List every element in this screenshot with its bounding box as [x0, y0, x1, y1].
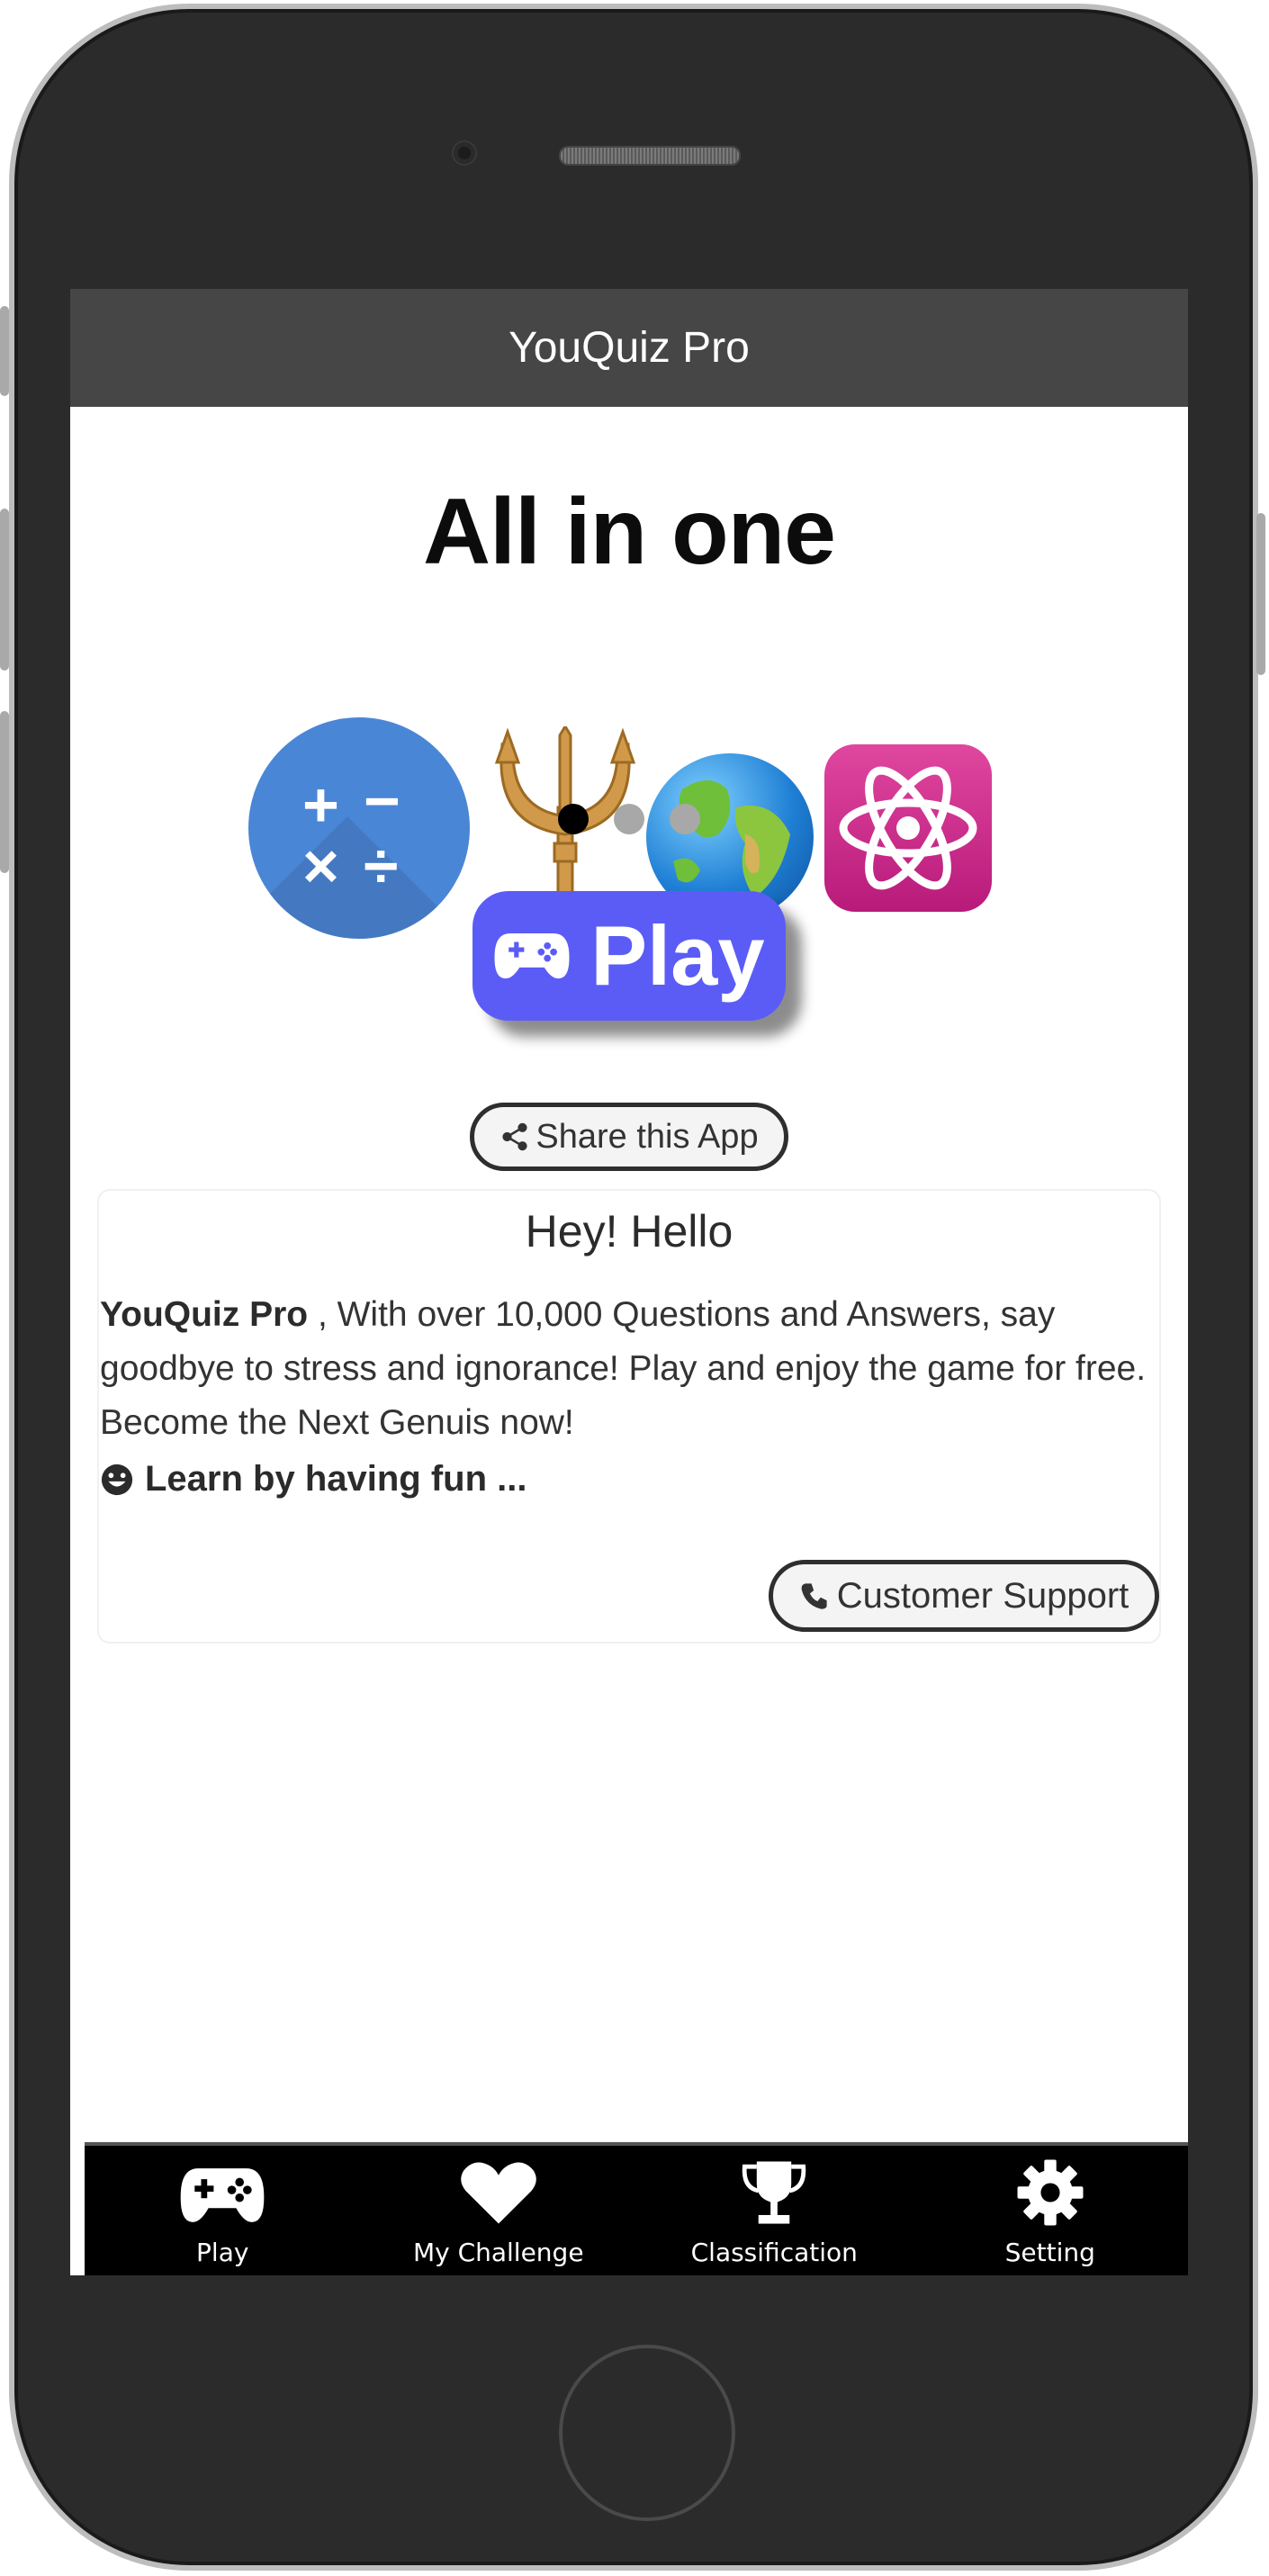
customer-support-button[interactable]: Customer Support: [769, 1560, 1159, 1632]
phone-icon: [801, 1583, 827, 1609]
gamepad-icon: [494, 933, 570, 979]
tab-setting[interactable]: Setting: [913, 2146, 1189, 2275]
side-button: [0, 306, 9, 396]
home-button[interactable]: [559, 2345, 735, 2521]
app-description: YouQuiz Pro , With over 10,000 Questions…: [100, 1288, 1162, 1450]
share-icon: [502, 1122, 528, 1151]
carousel-dot-1[interactable]: [558, 804, 589, 834]
side-button: [1256, 513, 1265, 675]
speaker-grille: [559, 146, 741, 166]
tagline-text: Learn by having fun ...: [145, 1459, 527, 1499]
gear-icon: [1017, 2159, 1084, 2226]
brand-name: YouQuiz Pro: [100, 1295, 309, 1334]
tab-classification-label: Classification: [690, 2238, 858, 2267]
heart-icon: [460, 2162, 536, 2224]
app-title-bar: YouQuiz Pro: [70, 289, 1188, 407]
banner-heading: All in one: [423, 480, 836, 584]
greeting-heading: Hey! Hello: [525, 1206, 734, 1256]
banner-carousel[interactable]: All in one + − × ÷: [70, 407, 1188, 939]
tab-play-label: Play: [196, 2238, 249, 2267]
smiley-icon: [101, 1464, 133, 1495]
share-app-label: Share this App: [536, 1117, 759, 1156]
bottom-tab-bar: Play My Challenge Classification Setting: [85, 2142, 1188, 2275]
carousel-dots: [70, 804, 1188, 834]
side-button: [0, 711, 9, 873]
gamepad-icon: [180, 2168, 265, 2222]
share-app-button[interactable]: Share this App: [470, 1103, 788, 1171]
play-button-label: Play: [590, 908, 765, 1003]
tagline: Learn by having fun ...: [100, 1459, 527, 1500]
carousel-dot-3[interactable]: [670, 804, 700, 834]
tab-play[interactable]: Play: [85, 2146, 361, 2275]
tab-setting-label: Setting: [1004, 2238, 1095, 2267]
carousel-dot-2[interactable]: [614, 804, 644, 834]
tab-classification[interactable]: Classification: [636, 2146, 913, 2275]
trophy-icon: [742, 2161, 806, 2224]
app-title: YouQuiz Pro: [508, 324, 750, 372]
play-button[interactable]: Play: [472, 891, 786, 1021]
side-button: [0, 509, 9, 671]
customer-support-label: Customer Support: [836, 1575, 1130, 1616]
tab-my-challenge-label: My Challenge: [412, 2238, 584, 2267]
app-screen: YouQuiz Pro All in one + − × ÷ Play Shar…: [70, 289, 1188, 2275]
front-camera: [454, 142, 475, 164]
tab-my-challenge[interactable]: My Challenge: [361, 2146, 637, 2275]
